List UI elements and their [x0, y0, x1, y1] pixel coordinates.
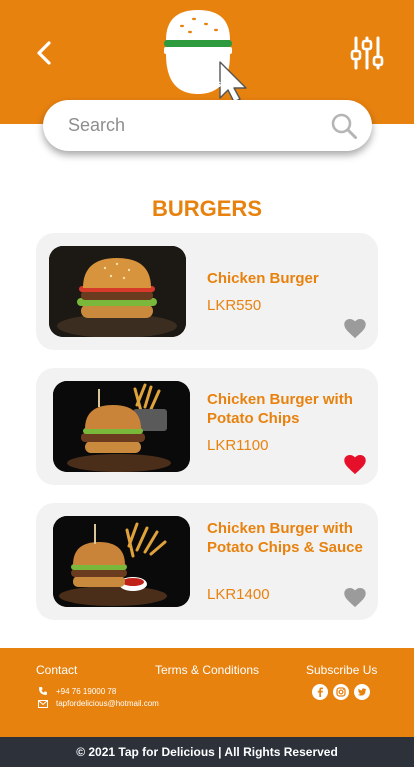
app-logo: Tap Delicious	[160, 6, 256, 103]
footer-contact-heading[interactable]: Contact	[36, 663, 77, 677]
product-name[interactable]: Chicken Burger with Potato Chips	[207, 390, 365, 428]
product-price: LKR1100	[207, 437, 269, 454]
back-arrow-icon	[37, 41, 51, 65]
product-card[interactable]: Chicken Burger LKR550	[36, 233, 378, 350]
heart-icon[interactable]	[344, 588, 366, 608]
social-links	[312, 684, 370, 700]
footer: Contact Terms & Conditions Subscribe Us …	[0, 648, 414, 737]
search-bar[interactable]: Search	[43, 100, 372, 151]
footer-email-text: tapfordelicious@hotmail.com	[56, 699, 159, 708]
email-icon	[38, 699, 48, 708]
instagram-icon[interactable]	[333, 684, 349, 700]
heart-icon[interactable]	[344, 455, 366, 475]
footer-phone-text: +94 76 19000 78	[56, 686, 117, 696]
product-card[interactable]: Chicken Burger with Potato Chips LKR1100	[36, 368, 378, 485]
footer-email[interactable]: tapfordelicious@hotmail.com	[38, 699, 159, 708]
product-card[interactable]: Chicken Burger with Potato Chips & Sauce…	[36, 503, 378, 620]
phone-icon	[39, 687, 47, 695]
twitter-icon[interactable]	[354, 684, 370, 700]
filter-button[interactable]	[348, 34, 386, 72]
product-image	[49, 246, 186, 337]
product-image	[53, 516, 190, 607]
copyright-bar: © 2021 Tap for Delicious | All Rights Re…	[0, 737, 414, 767]
product-price: LKR1400	[207, 586, 270, 603]
product-name[interactable]: Chicken Burger	[207, 269, 365, 288]
search-icon[interactable]	[330, 112, 358, 140]
logo-text-line1: Tap	[190, 68, 208, 79]
footer-subscribe-heading[interactable]: Subscribe Us	[306, 663, 377, 677]
filter-sliders-icon	[350, 36, 384, 70]
facebook-icon[interactable]	[312, 684, 328, 700]
footer-phone[interactable]: +94 76 19000 78	[38, 686, 116, 696]
copyright-text: © 2021 Tap for Delicious | All Rights Re…	[76, 745, 338, 759]
footer-terms-link[interactable]: Terms & Conditions	[155, 663, 259, 677]
back-button[interactable]	[28, 36, 60, 70]
logo-text-line2: Delicious	[176, 79, 222, 90]
heart-icon[interactable]	[344, 319, 366, 339]
section-title: BURGERS	[151, 196, 262, 221]
product-image	[53, 381, 190, 472]
product-name[interactable]: Chicken Burger with Potato Chips & Sauce	[207, 519, 365, 557]
product-price: LKR550	[207, 297, 262, 314]
search-input[interactable]: Search	[68, 115, 330, 136]
